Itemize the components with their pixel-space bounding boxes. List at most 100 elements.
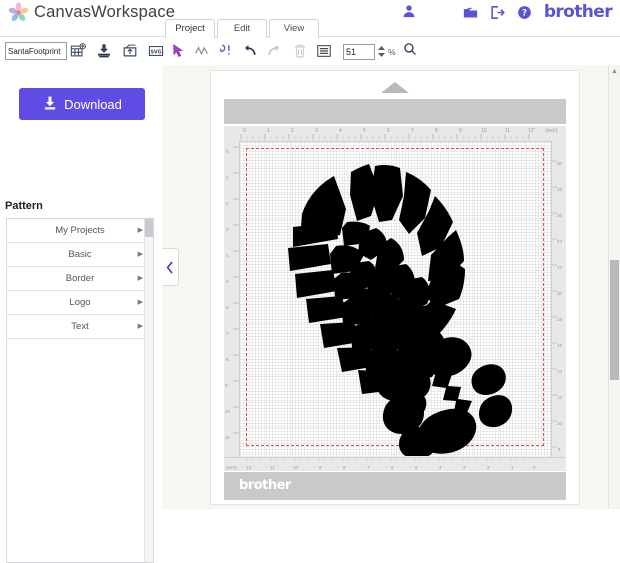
pattern-heading: Pattern	[5, 200, 43, 212]
svg-text:2: 2	[487, 465, 490, 470]
svg-text:16: 16	[557, 343, 562, 348]
pattern-item-text[interactable]: Text ▶	[7, 315, 153, 339]
svg-text:10: 10	[481, 128, 487, 134]
pattern-item-label: Border	[65, 273, 95, 284]
artwork-heel-print[interactable]	[240, 142, 551, 456]
mat-work-surface[interactable]: 012 345 678 9 10 11 12" (inch) 0 1 2 3 4…	[224, 126, 566, 471]
svg-text:10: 10	[225, 409, 231, 414]
svg-text:2: 2	[291, 128, 294, 134]
app-title: CanvasWorkspace	[34, 3, 176, 21]
svg-text:28: 28	[557, 187, 562, 192]
polyline-icon[interactable]	[192, 41, 212, 61]
zoom-input[interactable]	[343, 43, 375, 60]
folder-upload-icon[interactable]	[463, 5, 478, 20]
svg-text:8: 8	[226, 357, 229, 362]
download-icon	[42, 95, 58, 114]
pattern-item-my-projects[interactable]: My Projects ▶	[7, 219, 153, 243]
svg-text:6: 6	[387, 128, 390, 134]
pattern-list-scrollbar[interactable]: ▲	[144, 219, 153, 562]
svg-text:5: 5	[415, 465, 418, 470]
svg-text:6: 6	[226, 305, 229, 310]
app-logo: CanvasWorkspace	[8, 2, 175, 23]
svg-text:24: 24	[557, 239, 562, 244]
curve-icon[interactable]	[216, 41, 236, 61]
new-project-icon[interactable]	[68, 41, 88, 61]
chevron-right-icon: ▶	[137, 227, 143, 234]
download-button-label: Download	[64, 96, 122, 112]
svg-text:5: 5	[363, 128, 366, 134]
svg-text:8: 8	[343, 465, 346, 470]
svg-text:11: 11	[505, 128, 510, 134]
project-filename-input[interactable]	[5, 42, 67, 60]
user-icon[interactable]	[402, 4, 416, 18]
zoom-unit-label: %	[388, 46, 396, 57]
tab-project[interactable]: Project	[165, 19, 215, 38]
open-file-icon[interactable]	[120, 41, 140, 61]
download-button[interactable]: Download	[19, 88, 145, 120]
ruler-left-svg: 0 1 2 3 4 5 6 7 8 9 10 11	[225, 146, 239, 460]
svg-text:7: 7	[367, 465, 370, 470]
help-icon[interactable]: ?	[517, 5, 532, 20]
svg-text:(inch): (inch)	[545, 128, 558, 134]
collapse-panel-button[interactable]	[162, 248, 179, 286]
svg-text:14: 14	[557, 369, 562, 374]
redo-icon	[264, 41, 284, 61]
svg-text:1: 1	[267, 128, 270, 134]
svg-text:0: 0	[533, 465, 536, 470]
logout-icon[interactable]	[490, 5, 505, 20]
svg-text:8: 8	[558, 447, 561, 452]
main-tabs: Project Edit View	[165, 19, 321, 38]
zoom-stepper[interactable]	[377, 46, 386, 57]
scrollbar-thumb[interactable]	[145, 219, 153, 237]
scroll-up-icon[interactable]: ▲	[611, 68, 618, 75]
pattern-item-border[interactable]: Border ▶	[7, 267, 153, 291]
pattern-item-label: Text	[71, 321, 89, 332]
pattern-item-label: Logo	[69, 297, 91, 308]
chevron-right-icon: ▶	[137, 323, 143, 330]
zoom-search-icon[interactable]	[403, 42, 417, 61]
scrollbar-thumb[interactable]	[610, 260, 619, 380]
svg-text:3: 3	[315, 128, 318, 134]
pattern-item-label: My Projects	[55, 225, 105, 236]
tab-view[interactable]: View	[269, 19, 319, 38]
svg-text:SVG: SVG	[150, 49, 161, 55]
svg-text:4: 4	[226, 253, 229, 258]
left-sidebar: Download Pattern My Projects ▶ Basic ▶ B…	[0, 65, 163, 563]
svg-text:9: 9	[225, 383, 228, 388]
canvas-vertical-scrollbar[interactable]: ▲	[608, 65, 620, 509]
svg-text:?: ?	[522, 9, 527, 19]
ruler-horizontal-bottom: (mm) 12 11 10 9 8 7 6 5 4 3 2 1 0	[224, 457, 566, 471]
svg-text:7: 7	[226, 331, 229, 336]
save-download-icon[interactable]	[94, 41, 114, 61]
svg-text:10: 10	[293, 465, 299, 470]
svg-text:11: 11	[270, 465, 275, 470]
svg-text:0: 0	[226, 149, 229, 154]
ruler-vertical-right: 30 28 26 24 22 20 18 16 14 12 10 8	[551, 141, 566, 471]
pattern-item-basic[interactable]: Basic ▶	[7, 243, 153, 267]
svg-text:1: 1	[511, 465, 514, 470]
canvas-area[interactable]: 012 345 678 9 10 11 12" (inch) 0 1 2 3 4…	[162, 65, 620, 509]
tab-edit[interactable]: Edit	[217, 19, 267, 38]
ruler-right-svg: 30 28 26 24 22 20 18 16 14 12 10 8	[552, 160, 562, 452]
mat-alignment-triangle-icon	[381, 82, 409, 93]
zoom-control: %	[343, 42, 417, 61]
delete-icon	[290, 41, 310, 61]
ruler-top-svg: 0 1 2 3 4 5 6 7 8 9 10 11 12" (inch)	[240, 128, 558, 140]
svg-text:9: 9	[319, 465, 322, 470]
pattern-item-logo[interactable]: Logo ▶	[7, 291, 153, 315]
svg-text:7: 7	[411, 128, 414, 134]
svg-text:26: 26	[557, 213, 562, 218]
svg-import-icon[interactable]: SVG	[146, 41, 166, 61]
svg-text:1: 1	[226, 175, 229, 180]
svg-text:4: 4	[339, 128, 342, 134]
svg-text:12: 12	[557, 395, 562, 400]
cutting-mat: 012 345 678 9 10 11 12" (inch) 0 1 2 3 4…	[210, 70, 580, 505]
undo-icon[interactable]	[240, 41, 260, 61]
svg-text:6: 6	[391, 465, 394, 470]
mat-brand-label: brother	[239, 478, 291, 493]
ruler-horizontal-top: 0 1 2 3 4 5 6 7 8 9 10 11 12" (inch)	[224, 126, 566, 142]
brother-brand-logo: brother	[543, 2, 613, 22]
svg-text:12: 12	[246, 465, 252, 470]
select-arrow-icon[interactable]	[168, 41, 188, 61]
object-list-icon[interactable]	[314, 41, 334, 61]
